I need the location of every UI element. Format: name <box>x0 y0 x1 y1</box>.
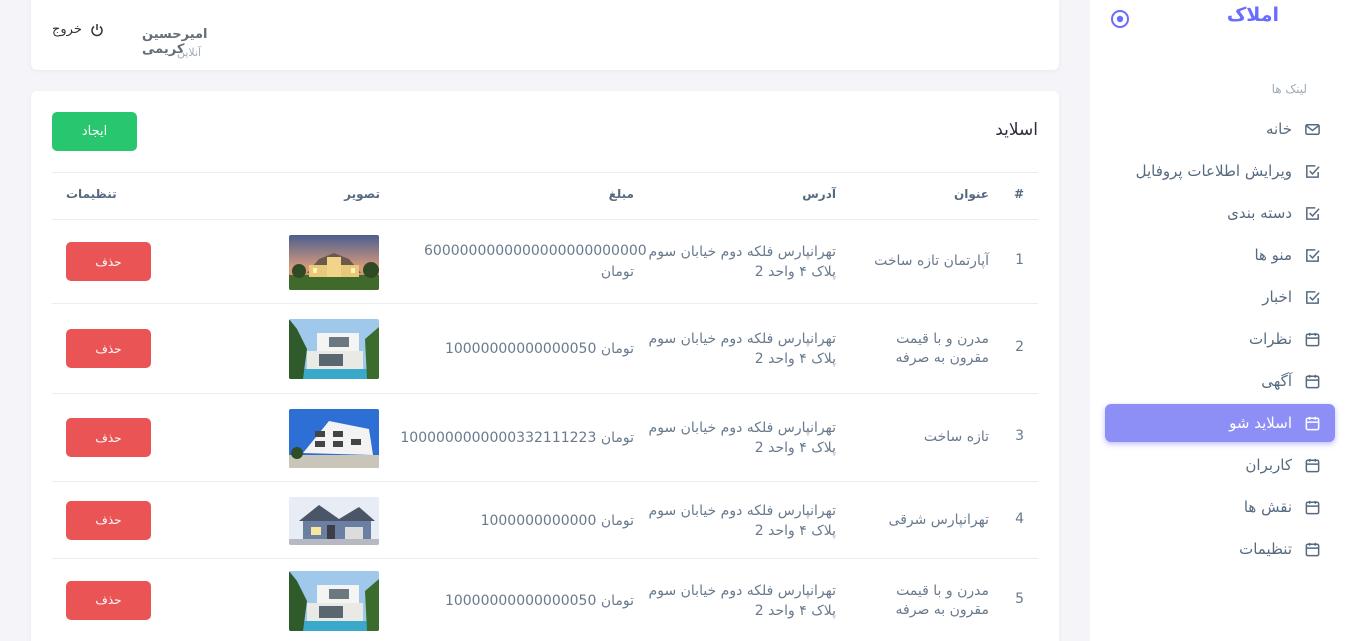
sidebar-item-0[interactable]: خانه <box>1105 110 1335 148</box>
top-bar: خروج امیرحسین کریمی آنلاین <box>31 0 1059 70</box>
checkbox-icon <box>1304 163 1321 180</box>
row-address: تهرانپارس فلکه دوم خیابان سوم پلاک ۴ واح… <box>648 244 836 280</box>
sidebar-item-label: منو ها <box>1254 246 1292 264</box>
row-number: 3 <box>1015 428 1024 444</box>
row-price: 1000000000000332111223 تومان <box>400 430 634 446</box>
sidebar-nav: خانه ویرایش اطلاعات پروفایل دسته بندی منو ه… <box>1105 110 1335 572</box>
sidebar-item-6[interactable]: آگهی <box>1105 362 1335 400</box>
slides-table: # عنوان آدرس مبلغ تصویر تنظیمات 1 آپارتما… <box>52 172 1038 641</box>
sidebar-item-label: تنظیمات <box>1239 540 1292 558</box>
sidebar-item-label: دسته بندی <box>1227 204 1292 222</box>
checkbox-icon <box>1304 205 1321 222</box>
row-title: آپارتمان تازه ساخت <box>874 253 989 269</box>
row-number: 1 <box>1015 252 1024 268</box>
table-header: # عنوان آدرس مبلغ تصویر تنظیمات <box>52 172 1038 219</box>
sidebar-item-label: خانه <box>1265 120 1292 138</box>
calendar-icon <box>1304 457 1321 474</box>
sidebar-item-2[interactable]: دسته بندی <box>1105 194 1335 232</box>
row-price: 6000000000000000000000000 تومان <box>424 243 647 280</box>
row-number: 2 <box>1015 339 1024 355</box>
table-row: 3 تازه ساخت تهرانپارس فلکه دوم خیابان سوم … <box>52 393 1038 481</box>
power-icon <box>90 23 104 37</box>
row-number: 4 <box>1015 510 1024 527</box>
delete-button[interactable]: حذف <box>66 329 151 368</box>
sidebar-item-4[interactable]: اخبار <box>1105 278 1335 316</box>
row-address: تهرانپارس فلکه دوم خیابان سوم پلاک ۴ واح… <box>648 502 836 539</box>
house-thumbnail <box>289 496 379 545</box>
mail-icon <box>1304 121 1321 138</box>
page-title: اسلاید <box>995 120 1038 140</box>
calendar-icon <box>1304 373 1321 390</box>
row-title: مدرن و با قیمت مقرون به صرفه <box>895 582 989 618</box>
house-thumbnail <box>289 319 379 379</box>
table-row: 4 تهرانپارس شرقی تهرانپارس فلکه دوم خیابان… <box>52 481 1038 558</box>
sidebar-item-label: آگهی <box>1261 372 1292 390</box>
row-title: مدرن و با قیمت مقرون به صرفه <box>895 331 989 366</box>
user-status: آنلاین <box>177 46 202 59</box>
logout-label: خروج <box>52 22 82 37</box>
col-price: مبلغ <box>608 187 634 201</box>
sidebar-item-9[interactable]: نقش ها <box>1105 488 1335 526</box>
calendar-icon <box>1304 541 1321 558</box>
row-price: 10000000000000050 تومان <box>444 592 634 609</box>
row-title: تهرانپارس شرقی <box>888 511 989 528</box>
brand-logo-icon[interactable] <box>1110 9 1130 29</box>
row-title: تازه ساخت <box>923 429 989 445</box>
sidebar-item-1[interactable]: ویرایش اطلاعات پروفایل <box>1105 152 1335 190</box>
slides-card: اسلاید ایجاد # عنوان آدرس مبلغ تصویر تنظ… <box>31 91 1059 641</box>
col-settings: تنظیمات <box>66 187 117 201</box>
sidebar-item-label: نظرات <box>1248 330 1292 348</box>
checkbox-icon <box>1304 247 1321 264</box>
checkbox-icon <box>1304 289 1321 306</box>
col-num: # <box>1013 187 1024 201</box>
col-image: تصویر <box>344 187 380 201</box>
delete-button[interactable]: حذف <box>66 580 151 620</box>
table-row: 2 مدرن و با قیمت مقرون به صرفه تهرانپارس ف… <box>52 303 1038 393</box>
calendar-icon <box>1304 499 1321 516</box>
row-price: 10000000000000050 تومان <box>444 341 634 357</box>
create-button[interactable]: ایجاد <box>52 112 137 151</box>
sidebar: املاک لینک ها خانه ویرایش اطلاعات پروفایل… <box>1090 0 1347 641</box>
delete-button[interactable]: حذف <box>66 500 151 540</box>
row-number: 5 <box>1015 590 1024 607</box>
delete-button[interactable]: حذف <box>66 418 151 457</box>
sidebar-item-label: کاربران <box>1245 456 1292 474</box>
sidebar-item-label: نقش ها <box>1243 498 1292 516</box>
sidebar-item-5[interactable]: نظرات <box>1105 320 1335 358</box>
table-body: 1 آپارتمان تازه ساخت تهرانپارس فلکه دوم خی… <box>52 219 1038 641</box>
row-address: تهرانپارس فلکه دوم خیابان سوم پلاک ۴ واح… <box>648 582 836 619</box>
sidebar-item-3[interactable]: منو ها <box>1105 236 1335 274</box>
sidebar-item-10[interactable]: تنظیمات <box>1105 530 1335 568</box>
row-price: 1000000000000 تومان <box>480 512 634 529</box>
house-thumbnail <box>289 570 379 631</box>
sidebar-item-label: ویرایش اطلاعات پروفایل <box>1135 162 1292 180</box>
calendar-icon <box>1304 331 1321 348</box>
brand-name: املاک <box>1226 4 1279 26</box>
table-row: 1 آپارتمان تازه ساخت تهرانپارس فلکه دوم خی… <box>52 219 1038 303</box>
col-title: عنوان <box>954 187 989 201</box>
col-address: آدرس <box>802 187 836 201</box>
row-address: تهرانپارس فلکه دوم خیابان سوم پلاک ۴ واح… <box>648 420 836 456</box>
calendar-icon <box>1304 415 1321 432</box>
links-heading: لینک ها <box>1271 82 1307 96</box>
table-row: 5 مدرن و با قیمت مقرون به صرفه تهرانپارس ف… <box>52 558 1038 641</box>
sidebar-item-7[interactable]: اسلاید شو <box>1105 404 1335 442</box>
house-thumbnail <box>289 234 379 290</box>
row-address: تهرانپارس فلکه دوم خیابان سوم پلاک ۴ واح… <box>648 331 836 367</box>
house-thumbnail <box>289 408 379 468</box>
sidebar-item-label: اخبار <box>1262 288 1292 306</box>
logout-button[interactable]: خروج <box>52 22 104 37</box>
sidebar-item-label: اسلاید شو <box>1229 414 1292 432</box>
delete-button[interactable]: حذف <box>66 242 151 281</box>
sidebar-item-8[interactable]: کاربران <box>1105 446 1335 484</box>
